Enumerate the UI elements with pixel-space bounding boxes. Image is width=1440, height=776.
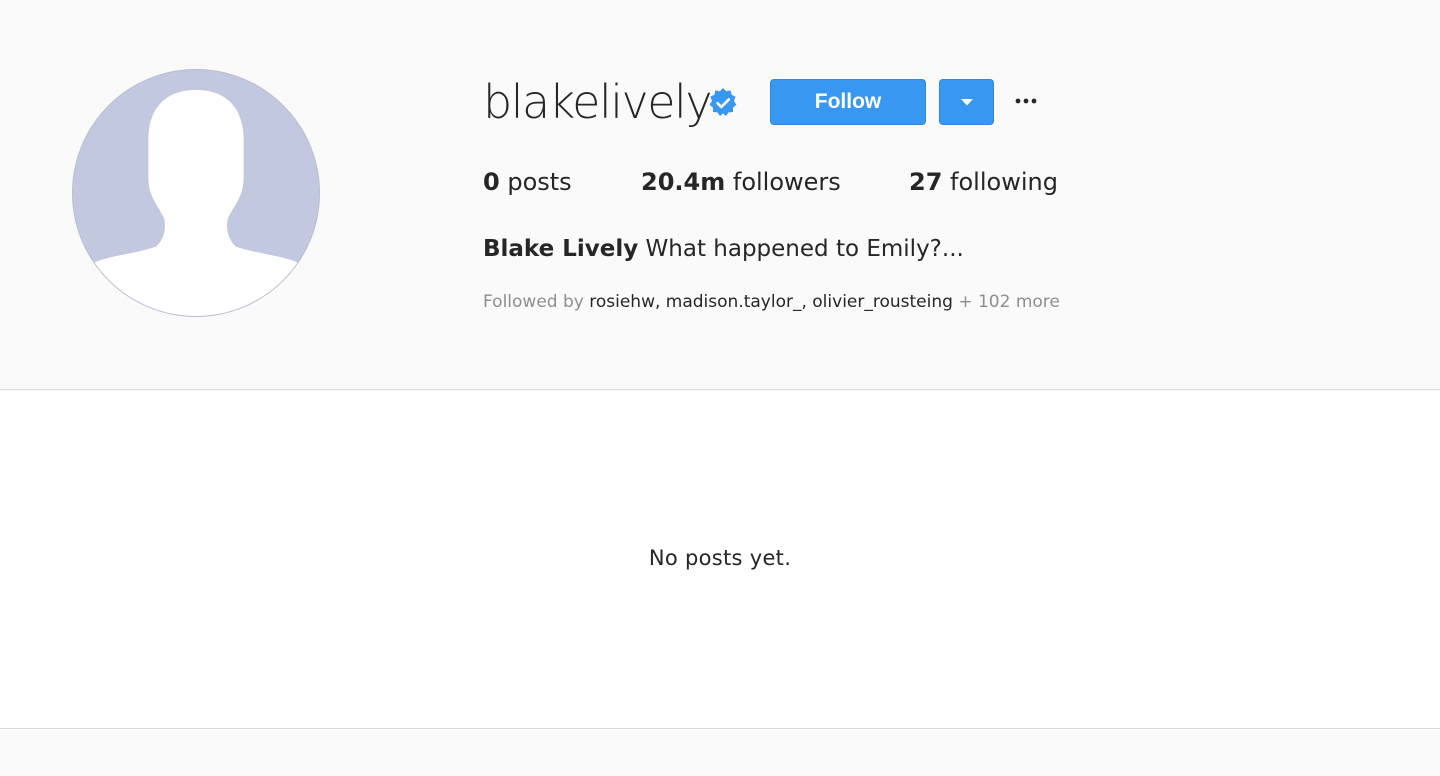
posts-grid: No posts yet. bbox=[0, 391, 1440, 729]
follow-button[interactable]: Follow bbox=[770, 79, 926, 125]
followed-by-more: + 102 more bbox=[958, 292, 1060, 312]
profile-avatar[interactable] bbox=[72, 69, 320, 317]
following-count-value: 27 bbox=[909, 168, 943, 196]
more-options-button[interactable] bbox=[1011, 88, 1041, 114]
profile-full-name: Blake Lively bbox=[483, 236, 639, 262]
posts-count-value: 0 bbox=[483, 168, 500, 196]
default-avatar-icon bbox=[73, 70, 319, 316]
followers-count-label: followers bbox=[732, 168, 841, 196]
following-link[interactable]: 27 following bbox=[909, 166, 1058, 198]
followers-link[interactable]: 20.4m followers bbox=[641, 166, 841, 198]
followed-by-names: rosiehw, madison.taylor_, olivier_rouste… bbox=[589, 292, 953, 312]
profile-header: blakelively Follow 0 posts 20.4m followe… bbox=[0, 0, 1440, 390]
caret-down-icon bbox=[960, 98, 973, 105]
posts-count-label: posts bbox=[507, 168, 572, 196]
profile-bio-text: What happened to Emily?... bbox=[645, 236, 964, 262]
posts-count: 0 posts bbox=[483, 166, 572, 198]
followers-count-value: 20.4m bbox=[641, 168, 726, 196]
suggestions-dropdown-button[interactable] bbox=[939, 79, 994, 125]
ellipsis-icon bbox=[1015, 98, 1037, 104]
followed-by-prefix: Followed by bbox=[483, 292, 584, 312]
verified-badge-icon bbox=[709, 88, 737, 116]
following-count-label: following bbox=[950, 168, 1058, 196]
profile-bio: Blake Lively What happened to Emily?... bbox=[483, 233, 964, 265]
followed-by-link[interactable]: Followed by rosiehw, madison.taylor_, ol… bbox=[483, 289, 1060, 315]
page-footer bbox=[0, 730, 1440, 776]
empty-posts-message: No posts yet. bbox=[648, 546, 792, 570]
profile-username: blakelively bbox=[483, 75, 713, 129]
